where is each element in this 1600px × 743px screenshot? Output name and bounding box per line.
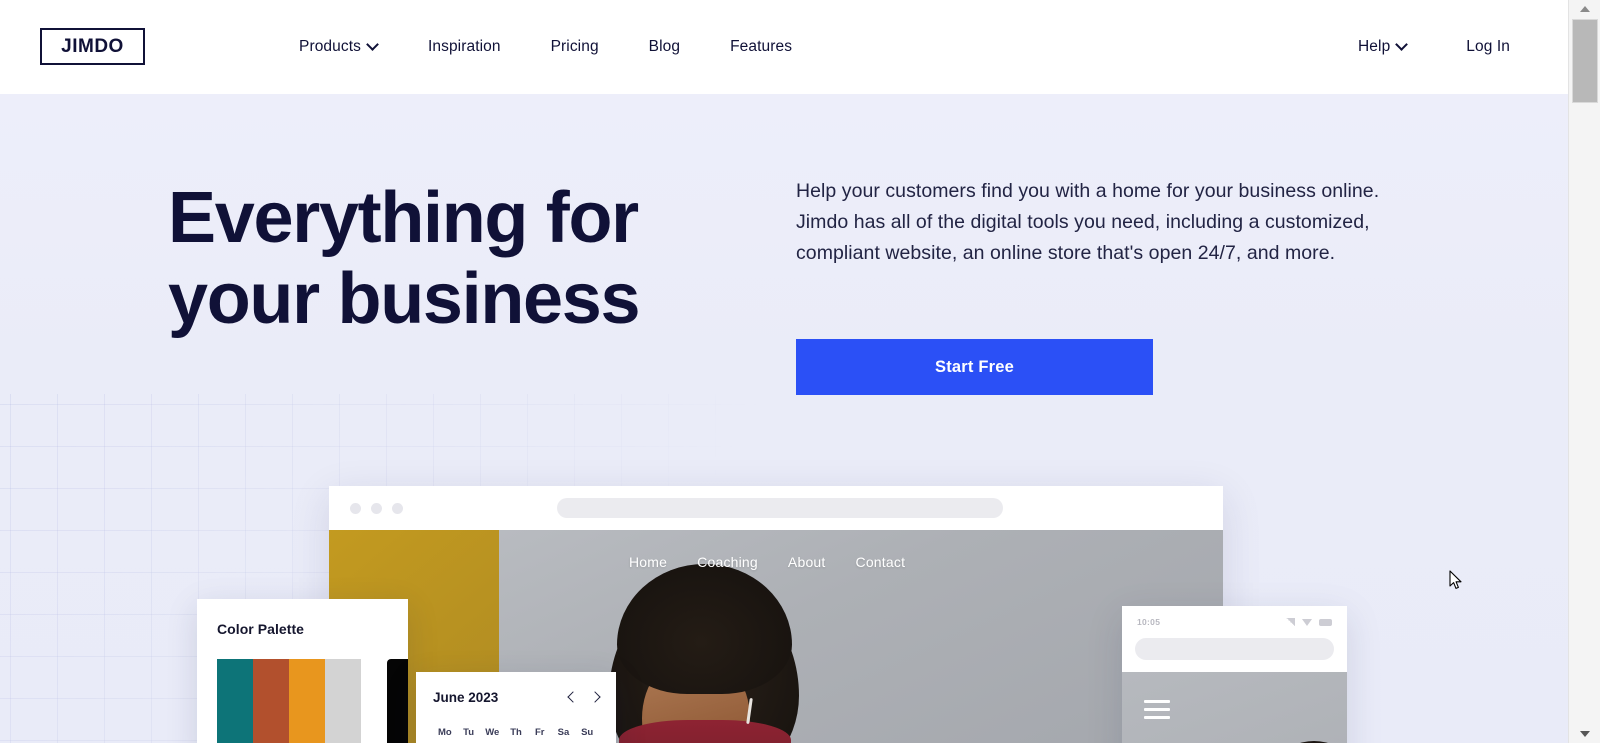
page-title: Everything for your business [168, 178, 641, 339]
hamburger-line [1144, 700, 1170, 703]
mockup-nav-contact[interactable]: Contact [856, 554, 906, 570]
nav-item-help[interactable]: Help [1358, 38, 1407, 56]
browser-chrome-bar [329, 486, 1223, 530]
photo-person-torso [619, 720, 791, 743]
nav-item-blog-label: Blog [648, 38, 681, 55]
photo-person-hair-front [617, 564, 792, 694]
chevron-down-icon [1397, 40, 1407, 50]
site-header: JIMDO Products Inspiration Pricing Blog [0, 0, 1568, 94]
nav-item-help-label: Help [1358, 38, 1391, 55]
scroll-down-arrow-icon[interactable] [1569, 725, 1600, 743]
phone-search-bar[interactable] [1135, 638, 1334, 660]
nav-item-products-label: Products [299, 38, 361, 55]
phone-status-time: 10:05 [1137, 617, 1161, 627]
window-maximize-dot-icon [392, 502, 403, 514]
mockup-nav-coaching[interactable]: Coaching [697, 554, 758, 570]
scroll-up-triangle [1580, 6, 1590, 12]
nav-item-inspiration-label: Inspiration [427, 38, 501, 55]
phone-status-icons [1286, 618, 1332, 626]
jimdo-logo[interactable]: JIMDO [40, 28, 145, 65]
chevron-left-icon[interactable] [568, 693, 577, 702]
window-close-dot-icon [350, 502, 361, 514]
nav-item-inspiration[interactable]: Inspiration [428, 38, 501, 56]
header-utility-navigation: Help Log In [1358, 0, 1510, 94]
scroll-down-triangle [1580, 731, 1590, 737]
color-palette-title: Color Palette [217, 621, 305, 637]
calendar-weekday-tu: Tu [463, 727, 475, 738]
color-swatch-black [387, 659, 408, 743]
color-swatch-teal [217, 659, 253, 743]
mockup-url-bar [557, 498, 1003, 518]
main-navigation: Products Inspiration Pricing Blog Featur… [299, 0, 792, 94]
logo-text: JIMDO [61, 35, 124, 57]
login-link[interactable]: Log In [1466, 38, 1510, 56]
calendar-card: June 2023 Mo Tu We Th Fr Sa Su [416, 672, 616, 743]
start-free-button[interactable]: Start Free [796, 339, 1153, 395]
wifi-icon [1302, 618, 1312, 626]
hero-description: Help your customers find you with a home… [796, 180, 1380, 264]
chevron-right-icon[interactable] [590, 693, 599, 702]
mockup-nav-home[interactable]: Home [629, 554, 667, 570]
nav-item-features[interactable]: Features [730, 38, 792, 56]
color-palette-swatches [217, 659, 408, 743]
color-swatch-orange [289, 659, 325, 743]
nav-item-features-label: Features [730, 38, 793, 55]
color-swatch-gray [325, 659, 361, 743]
signal-icon [1286, 618, 1295, 626]
phone-status-bar: 10:05 [1122, 606, 1347, 638]
hero-section: Everything for your business Help your c… [0, 94, 1568, 743]
calendar-weekday-we: We [485, 727, 500, 738]
hamburger-line [1144, 716, 1170, 719]
nav-item-pricing-label: Pricing [550, 38, 599, 55]
mockup-nav-about[interactable]: About [788, 554, 826, 570]
calendar-weekday-th: Th [510, 727, 522, 738]
scroll-up-arrow-icon[interactable] [1569, 0, 1600, 18]
calendar-weekday-row: Mo Tu We Th Fr Sa Su [433, 727, 599, 738]
window-minimize-dot-icon [371, 502, 382, 514]
scrollbar-thumb[interactable] [1572, 19, 1598, 103]
calendar-weekday-sa: Sa [557, 727, 570, 738]
chevron-down-icon [368, 40, 378, 50]
phone-content-area [1122, 672, 1347, 743]
vertical-scrollbar[interactable] [1568, 0, 1600, 743]
color-palette-card: Color Palette [197, 599, 408, 743]
nav-item-products[interactable]: Products [299, 38, 378, 56]
calendar-weekday-fr: Fr [534, 727, 545, 738]
nav-item-pricing[interactable]: Pricing [551, 38, 599, 56]
battery-icon [1319, 618, 1332, 626]
calendar-nav-arrows [568, 693, 599, 702]
hamburger-line [1144, 708, 1170, 711]
hamburger-menu-icon[interactable] [1144, 700, 1170, 724]
calendar-weekday-mo: Mo [437, 727, 452, 738]
page-canvas: JIMDO Products Inspiration Pricing Blog [0, 0, 1568, 743]
phone-mockup: 10:05 [1122, 606, 1347, 743]
nav-item-blog[interactable]: Blog [649, 38, 680, 56]
browser-viewport: JIMDO Products Inspiration Pricing Blog [0, 0, 1600, 743]
color-swatch-rust [253, 659, 289, 743]
mockup-site-navigation: Home Coaching About Contact [329, 554, 1223, 570]
login-link-label: Log In [1466, 38, 1510, 55]
calendar-month-label: June 2023 [433, 690, 499, 705]
calendar-header: June 2023 [433, 690, 599, 705]
calendar-weekday-su: Su [581, 727, 594, 738]
